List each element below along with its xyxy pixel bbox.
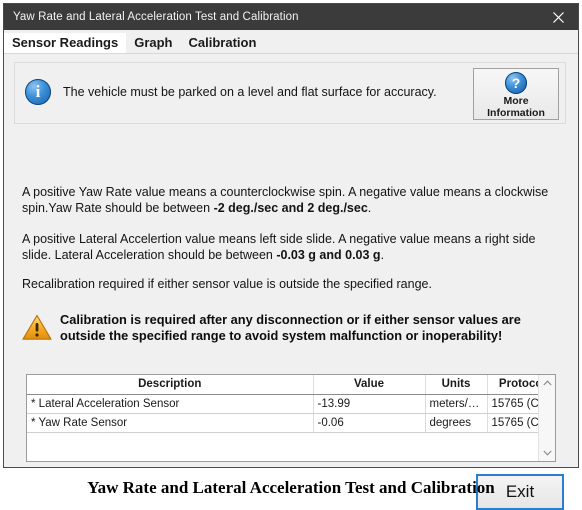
- table-row[interactable]: * Yaw Rate Sensor -0.06 degrees 15765 (C…: [27, 413, 538, 433]
- cell-units: degrees: [425, 413, 488, 433]
- more-information-line2: Information: [487, 106, 545, 119]
- tab-bar: Sensor Readings Graph Calibration: [4, 30, 578, 54]
- cell-description: * Yaw Rate Sensor: [27, 413, 314, 433]
- info-icon: i: [25, 79, 51, 105]
- table-row[interactable]: * Lateral Acceleration Sensor -13.99 met…: [27, 394, 538, 414]
- lateral-accel-text-b: .: [380, 248, 385, 262]
- tab-sensor-readings[interactable]: Sensor Readings: [4, 33, 127, 53]
- more-information-label: More Information: [487, 95, 545, 119]
- warning-triangle-icon: [22, 314, 52, 340]
- calibration-warning: Calibration is required after any discon…: [22, 312, 562, 344]
- sensor-readings-table: Description Value Units Protocol * Later…: [26, 374, 556, 462]
- tab-sensor-readings-label: Sensor Readings: [12, 35, 119, 50]
- cell-protocol: 15765 (CAN): [487, 394, 538, 414]
- column-header-value[interactable]: Value: [313, 375, 426, 395]
- recalibration-note: Recalibration required if either sensor …: [22, 277, 432, 291]
- info-banner-row: i The vehicle must be parked on a level …: [25, 79, 437, 105]
- cell-units: meters/s...: [425, 394, 488, 414]
- chevron-down-icon[interactable]: [539, 445, 555, 461]
- yaw-rate-description: A positive Yaw Rate value means a counte…: [22, 184, 556, 216]
- question-icon: ?: [505, 72, 527, 94]
- cell-value: -0.06: [313, 413, 426, 433]
- yaw-rate-text-b: .: [367, 201, 372, 215]
- tab-calibration-label: Calibration: [188, 35, 257, 50]
- tab-calibration[interactable]: Calibration: [180, 33, 265, 53]
- lateral-accel-range: -0.03 g and 0.03 g: [276, 248, 381, 262]
- tab-content-panel: i The vehicle must be parked on a level …: [4, 54, 578, 510]
- sensor-table-body-wrap: Description Value Units Protocol * Later…: [27, 375, 538, 461]
- column-header-protocol[interactable]: Protocol: [487, 375, 538, 395]
- application-window: Yaw Rate and Lateral Acceleration Test a…: [3, 3, 579, 510]
- cell-protocol: 15765 (CAN): [487, 413, 538, 433]
- window-title: Yaw Rate and Lateral Acceleration Test a…: [13, 11, 299, 23]
- info-banner: i The vehicle must be parked on a level …: [14, 62, 566, 124]
- yaw-rate-range: -2 deg./sec and 2 deg./sec: [213, 201, 368, 215]
- tab-graph-label: Graph: [134, 35, 173, 50]
- info-banner-text: The vehicle must be parked on a level an…: [63, 85, 437, 99]
- lateral-acceleration-description: A positive Lateral Accelertion value mea…: [22, 231, 556, 263]
- figure-caption: Yaw Rate and Lateral Acceleration Test a…: [87, 478, 495, 497]
- calibration-warning-text: Calibration is required after any discon…: [60, 312, 521, 343]
- close-icon[interactable]: [538, 4, 578, 30]
- chevron-up-icon[interactable]: [539, 375, 555, 391]
- column-header-description[interactable]: Description: [27, 375, 314, 395]
- more-information-button[interactable]: ? More Information: [473, 68, 559, 120]
- cell-description: * Lateral Acceleration Sensor: [27, 394, 314, 414]
- title-bar: Yaw Rate and Lateral Acceleration Test a…: [4, 4, 578, 30]
- cell-value: -13.99: [313, 394, 426, 414]
- table-vertical-scrollbar[interactable]: [538, 375, 555, 461]
- more-information-line1: More: [503, 95, 529, 107]
- table-header-row: Description Value Units Protocol: [27, 375, 538, 395]
- column-header-units[interactable]: Units: [425, 375, 488, 395]
- tab-graph[interactable]: Graph: [126, 33, 181, 53]
